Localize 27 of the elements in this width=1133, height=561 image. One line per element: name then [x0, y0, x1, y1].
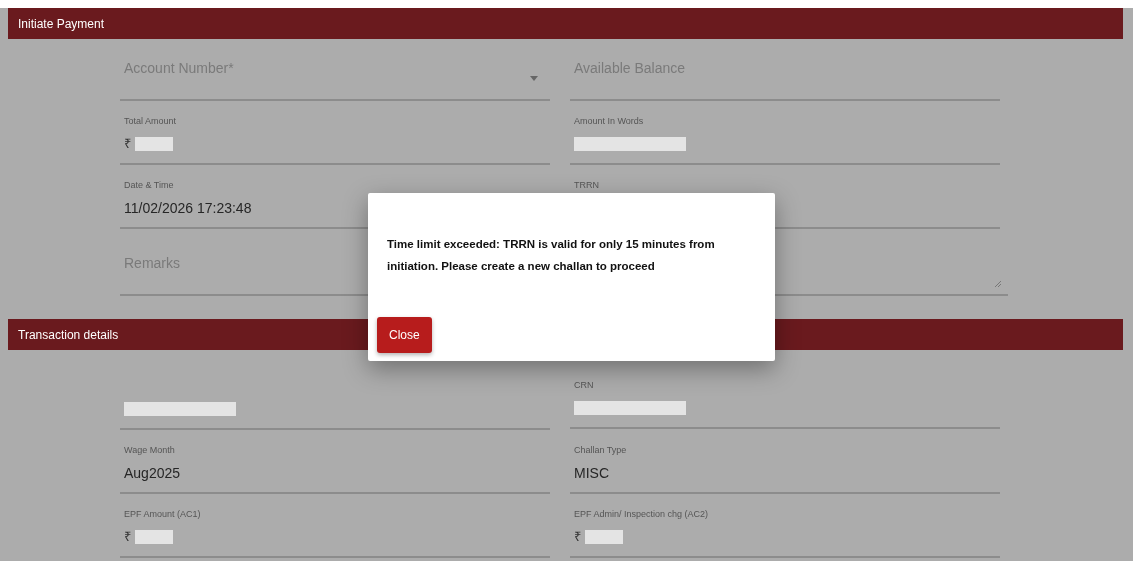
- close-button[interactable]: Close: [377, 317, 432, 353]
- field-label: EPF Admin/ Inspection chg (AC2): [574, 509, 709, 519]
- field-label: CRN: [574, 380, 594, 390]
- field-label: Total Amount: [124, 116, 177, 126]
- dropdown-icon: [530, 76, 538, 81]
- field-label: EPF Amount (AC1): [124, 509, 201, 519]
- input-field[interactable]: EPF Admin/ Inspection chg (AC2) ₹: [570, 494, 1000, 558]
- section-title: Initiate Payment: [18, 15, 105, 33]
- field-value: MISC: [574, 463, 609, 483]
- field-label: TRRN: [574, 180, 599, 190]
- resize-handle-icon: [994, 280, 1002, 288]
- input-field[interactable]: EPF Amount (AC1) ₹: [120, 494, 550, 558]
- field-label: Wage Month: [124, 445, 175, 455]
- input-field[interactable]: Wage Month Aug2025: [120, 430, 550, 494]
- field-value: Aug2025: [124, 463, 181, 483]
- field-label: Challan Type: [574, 445, 627, 455]
- currency-symbol: ₹: [574, 528, 581, 547]
- input-field[interactable]: CRN: [570, 365, 1000, 429]
- input-field[interactable]: Amount In Words: [570, 101, 1000, 165]
- field-label: Amount In Words: [574, 116, 644, 126]
- currency-symbol: ₹: [124, 135, 131, 154]
- input-field[interactable]: Challan Type MISC: [570, 430, 1000, 494]
- field-label: Date & Time: [124, 180, 174, 190]
- input-field[interactable]: Total Amount ₹: [120, 101, 550, 165]
- section-title: Transaction details: [18, 326, 119, 344]
- currency-symbol: ₹: [124, 528, 131, 547]
- field-value: 11/02/2026 17:23:48: [124, 198, 252, 218]
